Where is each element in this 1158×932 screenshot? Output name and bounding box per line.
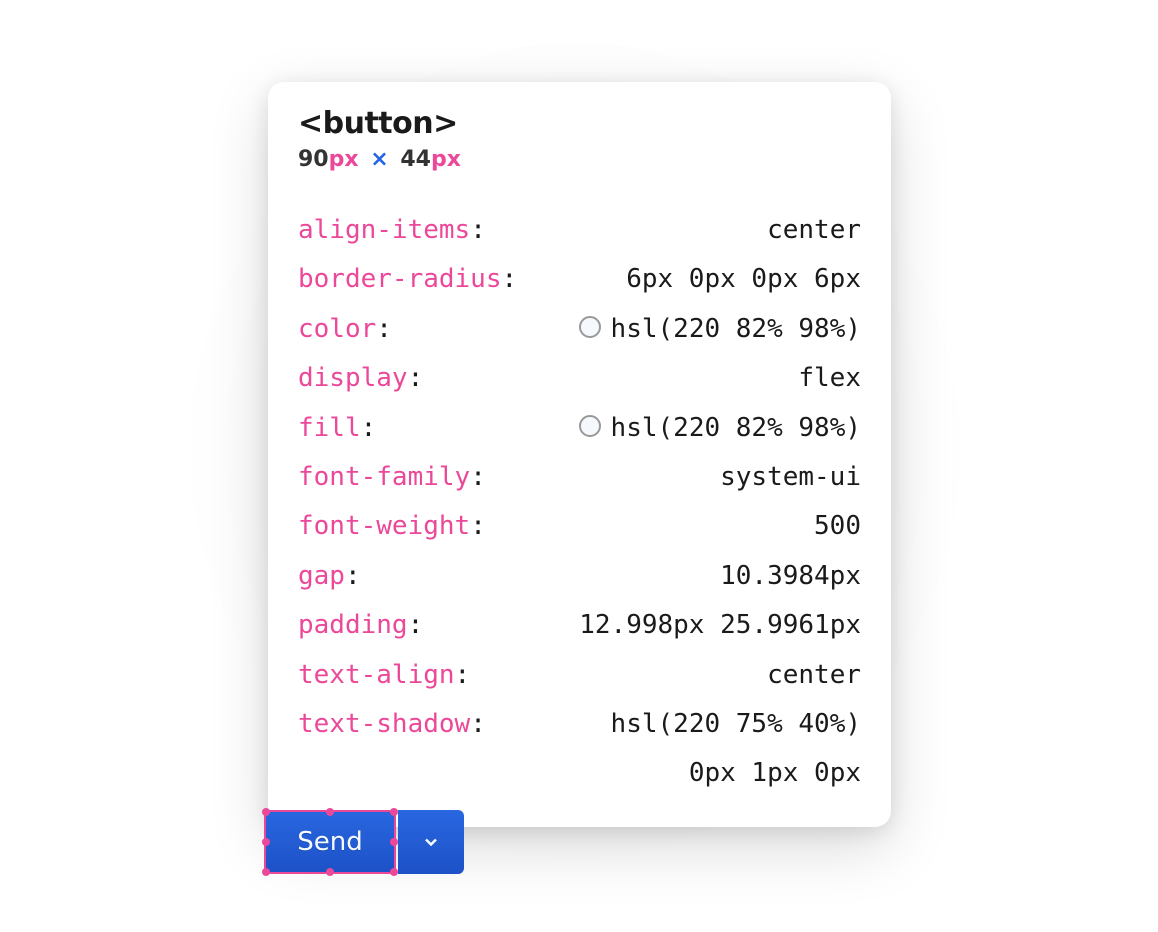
property-row: gap: 10.3984px (298, 552, 861, 601)
element-tag: <button> (298, 106, 861, 141)
property-name: text-shadow (298, 709, 470, 739)
color-swatch-icon (579, 415, 601, 437)
dim-height: 44 (400, 147, 431, 172)
color-swatch-icon (579, 316, 601, 338)
dim-width: 90 (298, 147, 329, 172)
property-row: padding: 12.998px 25.9961px (298, 601, 861, 650)
property-value: hsl(220 82% 98%) (579, 305, 861, 354)
property-value: 500 (814, 502, 861, 551)
dropdown-button[interactable] (398, 810, 464, 874)
property-name: fill (298, 413, 361, 443)
property-row: text-align: center (298, 651, 861, 700)
button-group: Send (264, 810, 464, 874)
property-name: font-family (298, 462, 470, 492)
property-value: flex (798, 354, 861, 403)
property-name: border-radius (298, 264, 502, 294)
property-row: border-radius: 6px 0px 0px 6px (298, 255, 861, 304)
send-button[interactable]: Send (264, 810, 396, 874)
send-button-label: Send (297, 827, 362, 857)
dim-height-unit: px (431, 147, 461, 172)
property-row: fill: hsl(220 82% 98%) (298, 404, 861, 453)
property-row: font-family: system-ui (298, 453, 861, 502)
property-name: padding (298, 610, 408, 640)
property-row: align-items: center (298, 206, 861, 255)
property-row: color: hsl(220 82% 98%) (298, 305, 861, 354)
css-properties-list: align-items: center border-radius: 6px 0… (298, 206, 861, 799)
property-row: font-weight: 500 (298, 502, 861, 551)
property-value: center (767, 206, 861, 255)
element-dimensions: 90px × 44px (298, 147, 861, 172)
property-value: hsl(220 75% 40%) 0px 1px 0px (611, 700, 861, 799)
property-row: text-shadow: hsl(220 75% 40%) 0px 1px 0p… (298, 700, 861, 799)
property-value: 6px 0px 0px 6px (626, 255, 861, 304)
dim-width-unit: px (329, 147, 359, 172)
property-name: display (298, 363, 408, 393)
property-value: 10.3984px (720, 552, 861, 601)
property-row: display: flex (298, 354, 861, 403)
property-value: center (767, 651, 861, 700)
property-name: font-weight (298, 511, 470, 541)
property-value: system-ui (720, 453, 861, 502)
property-name: text-align (298, 660, 455, 690)
chevron-down-icon (421, 832, 441, 852)
inspector-tooltip: <button> 90px × 44px align-items: center… (268, 82, 891, 827)
property-value: hsl(220 82% 98%) (579, 404, 861, 453)
property-name: color (298, 314, 376, 344)
property-value: 12.998px 25.9961px (579, 601, 861, 650)
property-name: gap (298, 561, 345, 591)
dim-separator: × (370, 147, 388, 172)
property-name: align-items (298, 215, 470, 245)
